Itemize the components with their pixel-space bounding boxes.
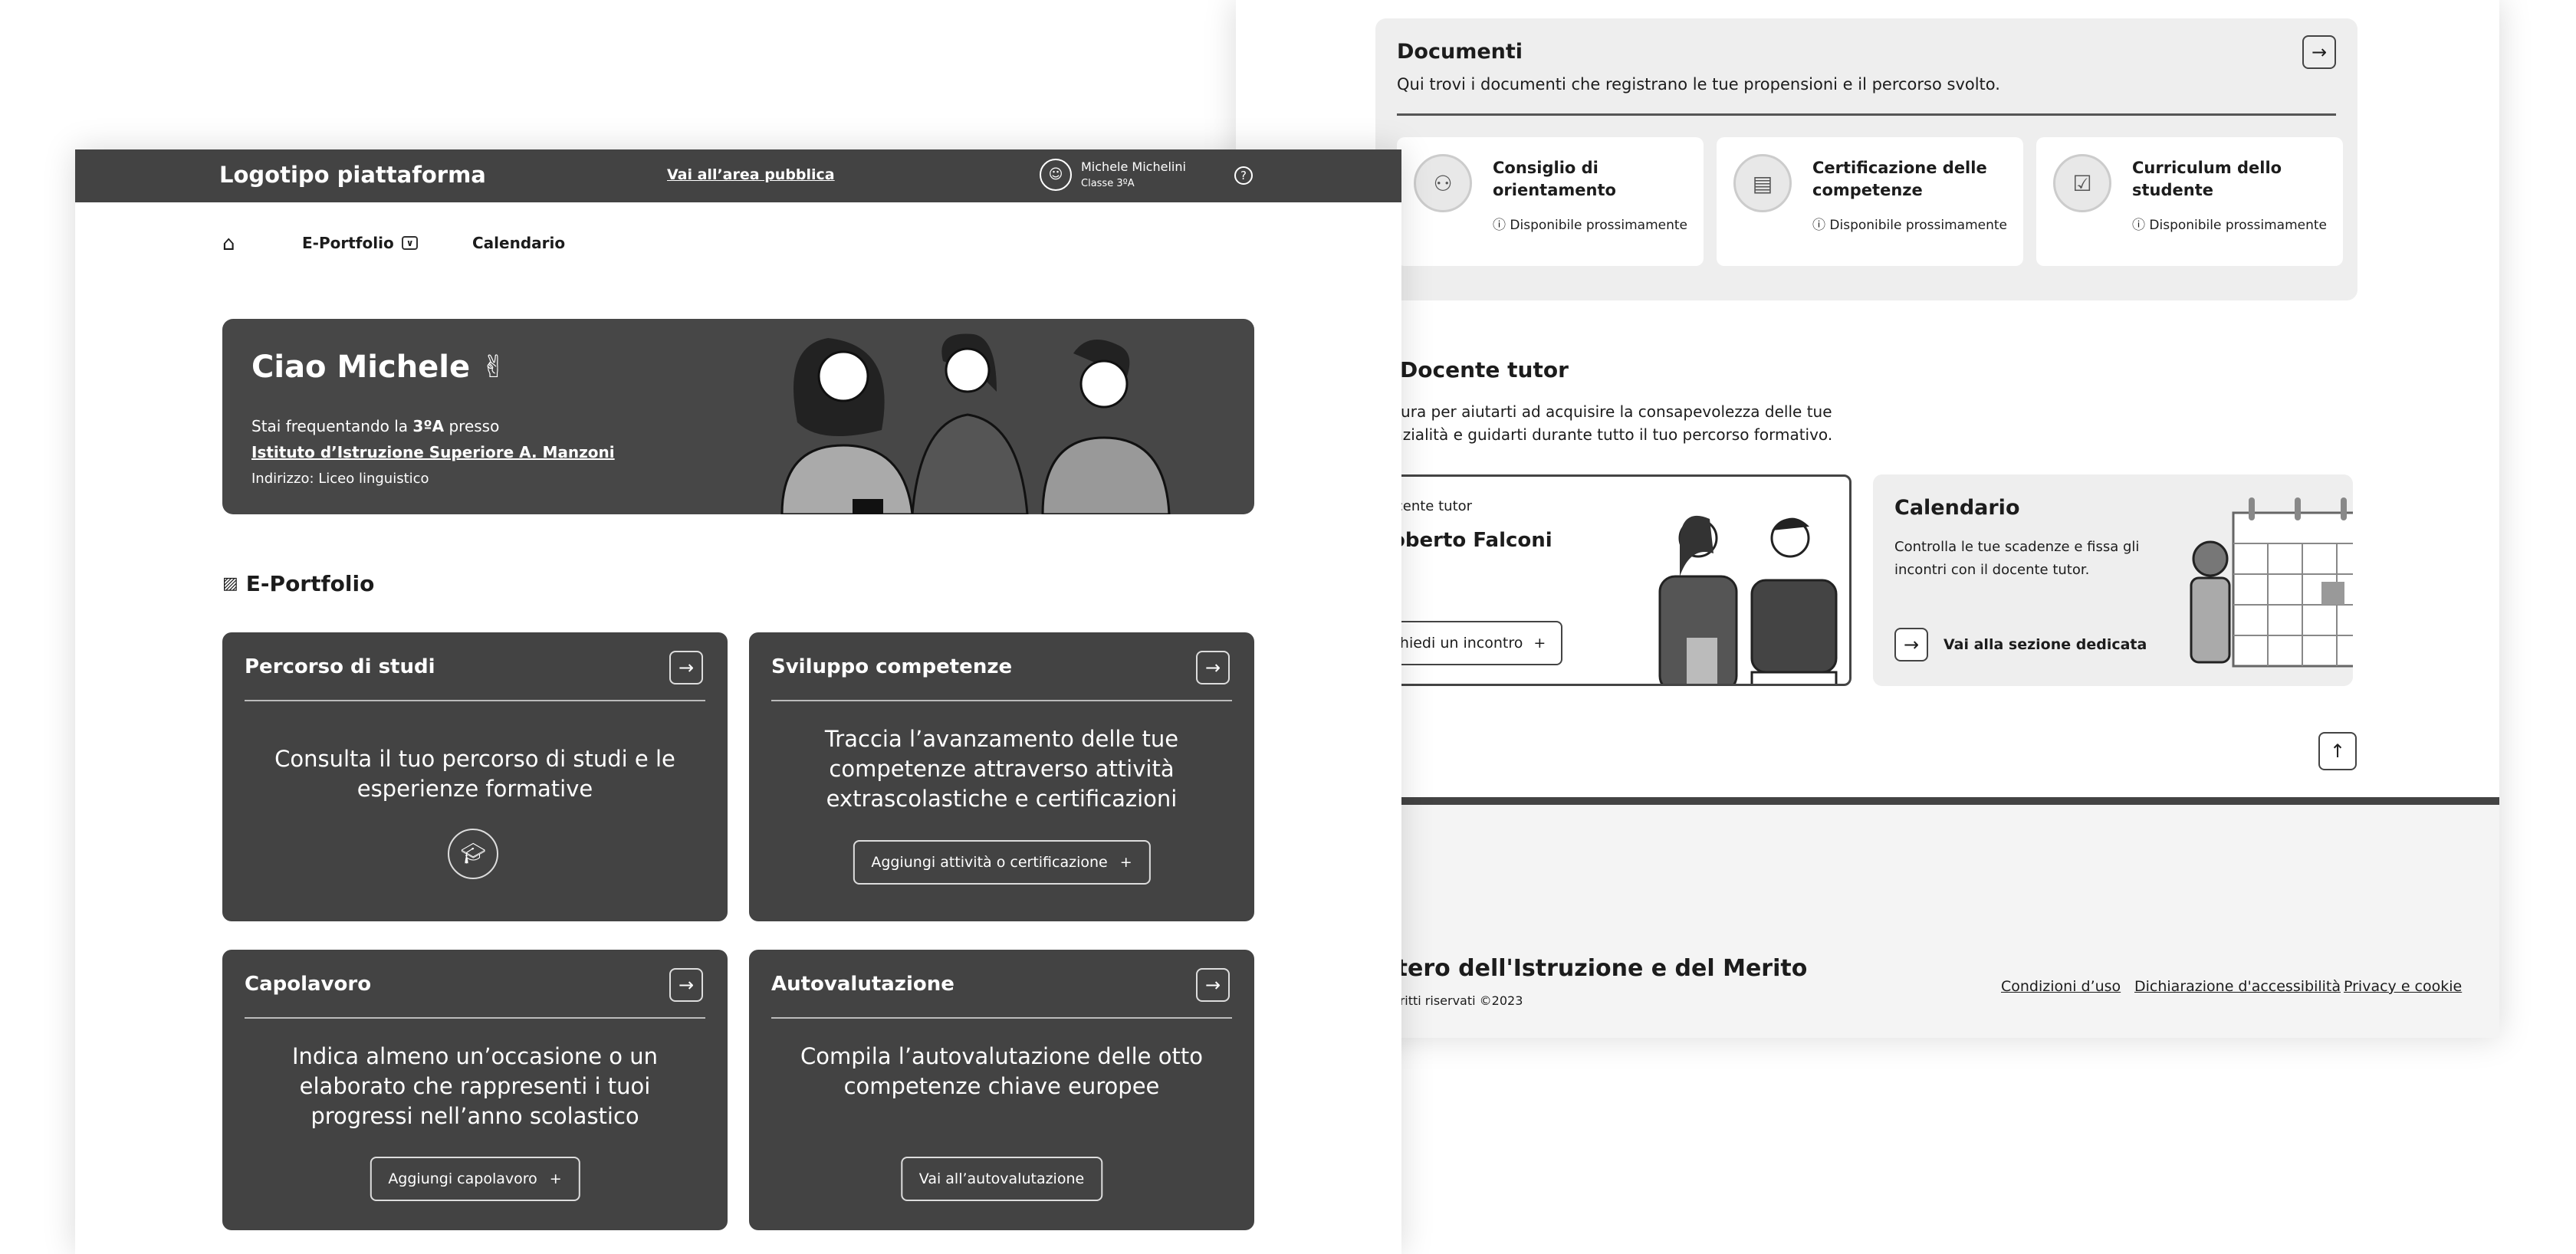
document-status: ⓘ Disponibile prossimamente	[1493, 218, 1688, 233]
divider	[771, 700, 1232, 701]
documents-description: Qui trovi i documenti che registrano le …	[1397, 75, 2000, 94]
people-chat-icon: ⚇	[1414, 154, 1472, 212]
add-activity-button[interactable]: Aggiungi attività o certificazione +	[853, 840, 1151, 885]
home-icon[interactable]: ⌂	[222, 232, 235, 255]
tutor-section-title: Docente tutor	[1400, 357, 1569, 382]
divider	[245, 1017, 705, 1019]
chevron-down-icon: ∨	[401, 236, 419, 250]
calendar-illustration	[2190, 497, 2353, 668]
calendar-card: Calendario Controlla le tue scadenze e f…	[1873, 474, 2353, 686]
header: Logotipo piattaforma Vai all’area pubbli…	[75, 149, 1401, 202]
front-page: Logotipo piattaforma Vai all’area pubbli…	[75, 149, 1401, 1254]
scroll-top-button[interactable]: ↑	[2318, 732, 2357, 770]
avatar[interactable]: ☺	[1040, 159, 1072, 191]
help-icon[interactable]: ?	[1234, 166, 1253, 185]
divider	[1397, 113, 2336, 116]
nav-portfolio[interactable]: E-Portfolio ∨	[302, 234, 419, 252]
self-assessment-button[interactable]: Vai all’autovalutazione	[900, 1157, 1103, 1201]
portfolio-icon: ▨	[222, 574, 238, 593]
document-card[interactable]: ☑ Curriculum dello studente ⓘ Disponibil…	[2036, 137, 2343, 266]
students-illustration	[780, 333, 1171, 514]
document-status: ⓘ Disponibile prossimamente	[1812, 218, 2008, 233]
footer-link-accessibility[interactable]: Dichiarazione d'accessibilità	[2134, 978, 2341, 995]
documents-arrow-button[interactable]: →	[2302, 35, 2336, 69]
document-card[interactable]: ⚇ Consiglio di orientamento ⓘ Disponibil…	[1397, 137, 1704, 266]
document-title: Consiglio di orientamento	[1493, 159, 1616, 199]
user-info[interactable]: Michele Michelini Classe 3ºA	[1081, 159, 1186, 192]
public-area-link[interactable]: Vai all’area pubblica	[667, 166, 835, 183]
document-card[interactable]: ▤ Certificazione delle competenze ⓘ Disp…	[1717, 137, 2023, 266]
card-body: Traccia l’avanzamento delle tue competen…	[824, 726, 1179, 812]
plus-icon: +	[549, 1170, 562, 1187]
document-status: ⓘ Disponibile prossimamente	[2132, 218, 2328, 233]
back-page: Documenti → Qui trovi i documenti che re…	[1236, 0, 2499, 1038]
tutor-description: La figura per aiutarti ad acquisire la c…	[1359, 402, 1833, 444]
logo[interactable]: Logotipo piattaforma	[219, 162, 486, 188]
documents-panel: Documenti → Qui trovi i documenti che re…	[1375, 18, 2358, 300]
card-arrow-button[interactable]: →	[669, 651, 703, 684]
graduation-cap-icon: 🎓︎	[448, 829, 498, 879]
arrow-right-icon: →	[2311, 41, 2328, 63]
documents-title: Documenti	[1397, 40, 1523, 64]
card-arrow-button[interactable]: →	[1196, 968, 1230, 1002]
attending-text: Stai frequentando la 3ºA presso	[251, 417, 500, 435]
card-body: Indica almeno un’occasione o un elaborat…	[291, 1043, 659, 1129]
card-title: Capolavoro	[245, 973, 372, 996]
footer-link-privacy[interactable]: Privacy e cookie	[2344, 978, 2462, 995]
arrow-right-icon: →	[1894, 628, 1928, 661]
document-title: Certificazione delle competenze	[1812, 159, 1987, 199]
card-title: Percorso di studi	[245, 655, 435, 678]
card-arrow-button[interactable]: →	[669, 968, 703, 1002]
divider	[771, 1017, 1232, 1019]
calendar-title: Calendario	[1894, 496, 2020, 520]
tutor-illustration	[1658, 515, 1838, 684]
card-sviluppo-competenze[interactable]: Sviluppo competenze → Traccia l’avanzame…	[749, 632, 1254, 921]
card-title: Sviluppo competenze	[771, 655, 1013, 678]
card-arrow-button[interactable]: →	[1196, 651, 1230, 684]
school-address: Indirizzo: Liceo linguistico	[251, 471, 429, 487]
portfolio-section-title: ▨ E-Portfolio	[222, 571, 375, 596]
plus-icon: +	[1533, 635, 1546, 652]
card-body: Consulta il tuo percorso di studi e le e…	[274, 746, 675, 802]
greeting: Ciao Michele ✌	[251, 350, 507, 385]
school-link[interactable]: Istituto d’Istruzione Superiore A. Manzo…	[251, 443, 615, 461]
card-autovalutazione[interactable]: Autovalutazione → Compila l’autovalutazi…	[749, 950, 1254, 1230]
footer: Ministero dell'Istruzione e del Merito T…	[1236, 797, 2499, 1038]
tutor-card: Docente tutor Roberto Falconi Richiedi u…	[1328, 474, 1852, 686]
add-masterpiece-button[interactable]: Aggiungi capolavoro +	[370, 1157, 580, 1201]
card-body: Compila l’autovalutazione delle otto com…	[800, 1043, 1203, 1099]
plus-icon: +	[1119, 854, 1132, 871]
certificate-icon: ▤	[1733, 154, 1792, 212]
document-title: Curriculum dello studente	[2132, 159, 2282, 199]
arrow-up-icon: ↑	[2329, 740, 2346, 762]
divider	[245, 700, 705, 701]
calendar-link[interactable]: → Vai alla sezione dedicata	[1894, 628, 2147, 661]
tutor-name: Roberto Falconi	[1376, 529, 1552, 552]
welcome-banner: Ciao Michele ✌ Stai frequentando la 3ºA …	[222, 319, 1254, 514]
card-title: Autovalutazione	[771, 973, 955, 996]
card-capolavoro[interactable]: Capolavoro → Indica almeno un’occasione …	[222, 950, 728, 1230]
card-percorso-studi[interactable]: Percorso di studi → Consulta il tuo perc…	[222, 632, 728, 921]
calendar-description: Controlla le tue scadenze e fissa gli in…	[1894, 539, 2140, 578]
footer-link-terms[interactable]: Condizioni d’uso	[2001, 978, 2121, 995]
nav-calendar[interactable]: Calendario	[472, 234, 565, 252]
checklist-icon: ☑	[2053, 154, 2111, 212]
